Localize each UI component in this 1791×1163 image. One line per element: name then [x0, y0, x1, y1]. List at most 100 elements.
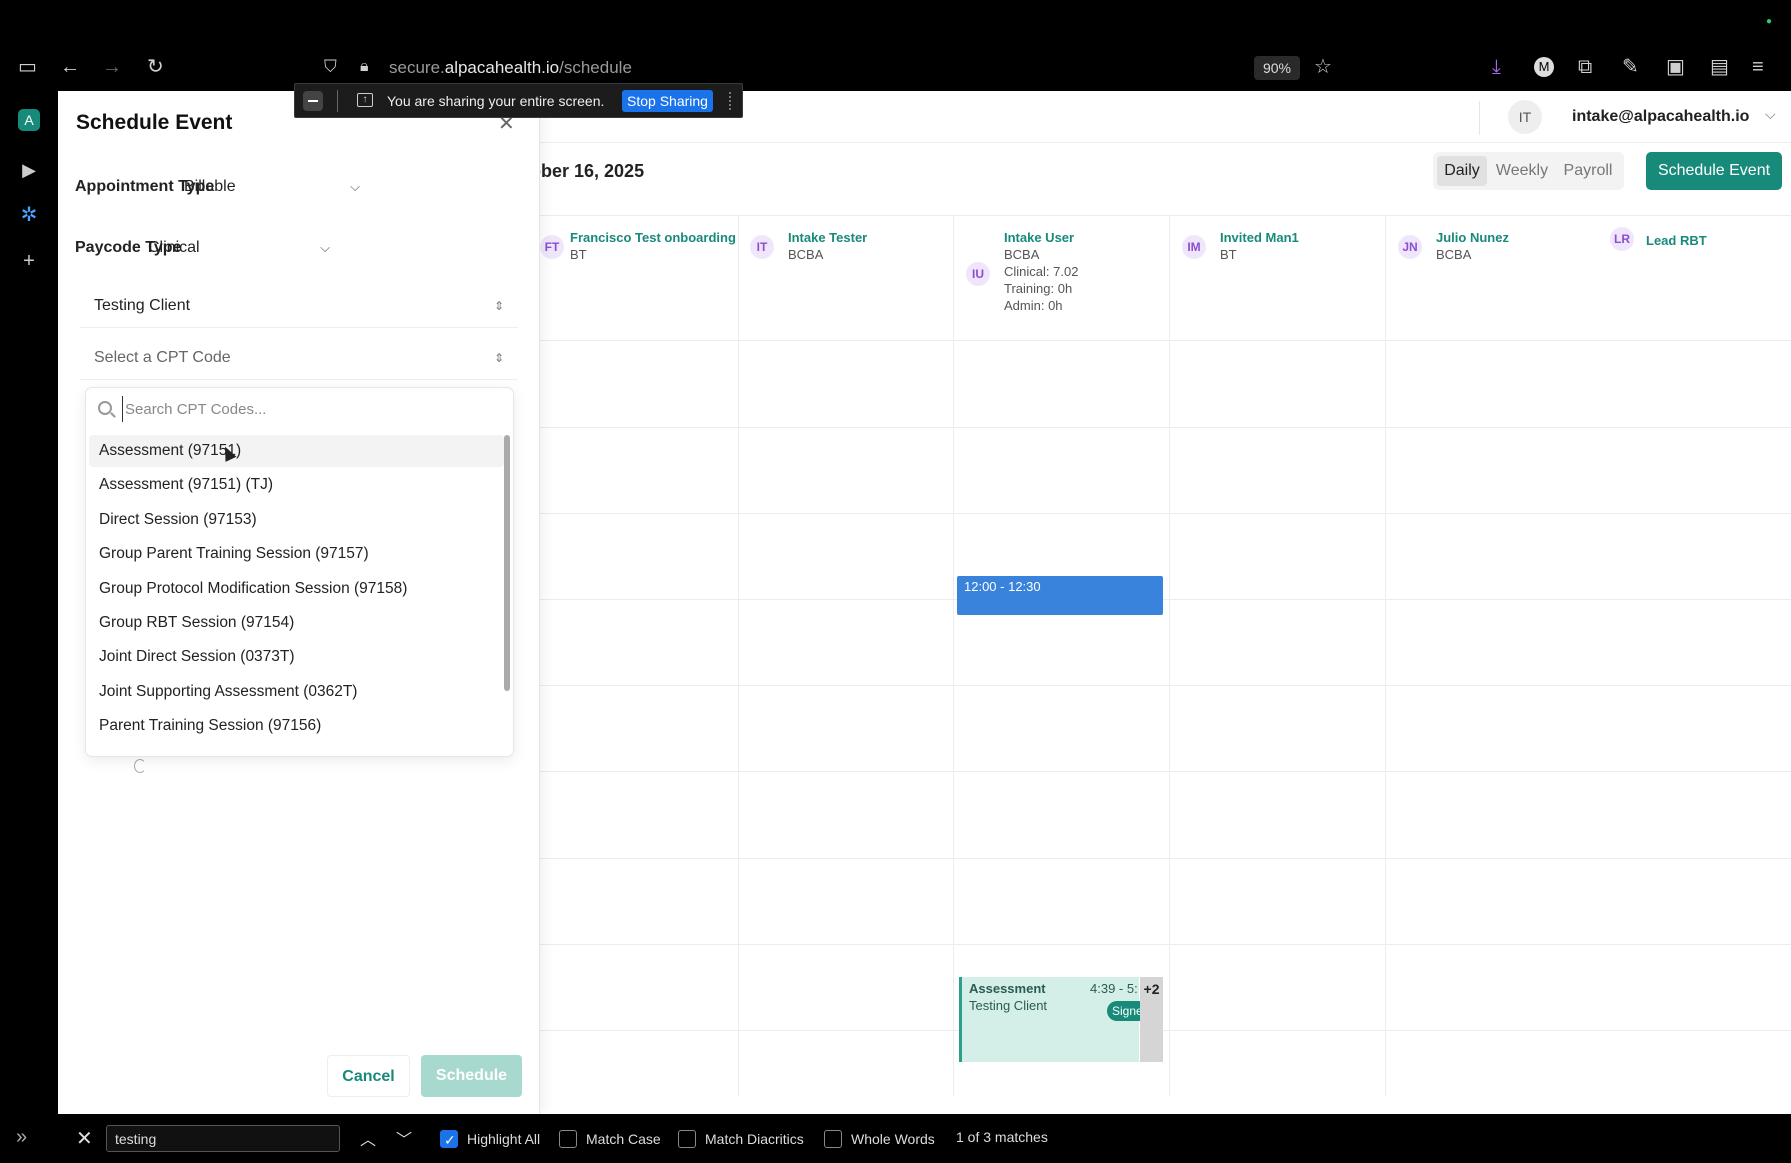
grid-row-line	[540, 944, 1791, 945]
avatar: FT	[540, 235, 564, 259]
search-input[interactable]	[122, 396, 492, 422]
staff-column-header[interactable]: FT Francisco Test onboarding BT	[540, 227, 738, 327]
cancel-button[interactable]: Cancel	[327, 1055, 410, 1097]
staff-column-header[interactable]: LR Lead RBT	[1610, 227, 1780, 327]
staff-role: BCBA	[788, 247, 824, 262]
download-icon[interactable]: ⤓	[1492, 57, 1501, 77]
paycode-type-select[interactable]: Clinical ⌵	[136, 227, 342, 269]
extension-icon[interactable]: ✎	[1622, 57, 1639, 77]
chevron-down-icon[interactable]: ﹀	[396, 1126, 412, 1150]
schedule-button[interactable]: Schedule	[421, 1055, 522, 1097]
user-email[interactable]: intake@alpacahealth.io	[1572, 108, 1749, 126]
list-item[interactable]: Assessment (97151) (TJ)	[89, 469, 504, 501]
settings-tab-icon[interactable]: ✲	[18, 204, 40, 226]
grid-column-line	[953, 215, 954, 1096]
staff-name[interactable]: Intake User	[1004, 230, 1074, 245]
stop-sharing-button[interactable]: Stop Sharing	[622, 90, 713, 112]
cpt-code-select[interactable]: Select a CPT Code ⇕	[80, 336, 518, 380]
tab-daily[interactable]: Daily	[1437, 156, 1487, 186]
container-icon[interactable]: ▣	[1666, 57, 1685, 77]
appointment-type-value: Billable	[184, 178, 236, 195]
reload-icon[interactable]: ↻	[147, 57, 164, 77]
event-title: Assessment	[969, 981, 1046, 996]
staff-clinical-hours: Clinical: 7.02	[1004, 264, 1079, 279]
zoom-level[interactable]: 90%	[1254, 56, 1300, 80]
whole-words-checkbox[interactable]: Whole Words	[824, 1129, 935, 1149]
checkbox[interactable]	[559, 1130, 577, 1148]
screen-sharing-bar: ↑ You are sharing your entire screen. St…	[294, 83, 743, 118]
alpaca-tab-icon[interactable]: A	[18, 109, 40, 131]
list-item[interactable]: Group Protocol Modification Session (971…	[89, 573, 504, 605]
staff-column-header[interactable]: IT Intake Tester BCBA	[750, 227, 940, 327]
scrollbar[interactable]	[504, 435, 510, 691]
appointment-type-select[interactable]: Billable ⌵	[172, 166, 372, 208]
chevron-down-icon[interactable]: ⌵	[1765, 106, 1776, 123]
grid-column-line	[1169, 215, 1170, 1096]
back-icon[interactable]: ←	[60, 57, 80, 77]
grid-row-line	[540, 1030, 1791, 1031]
calendar-event[interactable]: Assessment 4:39 - 5: Testing Client Sign…	[959, 977, 1142, 1062]
checkbox[interactable]	[824, 1130, 842, 1148]
close-icon[interactable]: ✕	[76, 1126, 93, 1151]
lock-icon[interactable]: 🔒︎	[360, 57, 369, 77]
staff-training-hours: Training: 0h	[1004, 281, 1073, 296]
star-icon[interactable]: ☆	[1314, 57, 1332, 77]
more-events-button[interactable]: +2	[1140, 977, 1163, 1062]
grid-row-line	[540, 340, 1791, 341]
checkbox-checked[interactable]	[440, 1130, 458, 1150]
staff-column-header[interactable]: IM Invited Man1 BT	[1182, 227, 1372, 327]
list-item[interactable]: Group Parent Training Session (97157)	[89, 538, 504, 570]
find-input[interactable]	[106, 1125, 340, 1152]
list-item[interactable]: Group RBT Session (97154)	[89, 607, 504, 639]
shield-icon[interactable]: ⛉	[324, 57, 337, 77]
sidebar-panel-icon[interactable]: ▤	[1710, 57, 1729, 77]
grid-row-line	[540, 513, 1791, 514]
schedule-event-button[interactable]: Schedule Event	[1646, 152, 1782, 190]
match-diacritics-checkbox[interactable]: Match Diacritics	[678, 1129, 808, 1149]
grid-column-line	[738, 215, 739, 1096]
sidebar-toggle-icon[interactable]: ▭	[18, 57, 37, 77]
chevron-updown-icon: ⇕	[493, 299, 504, 313]
list-item[interactable]: Parent Training Session (97156)	[89, 710, 504, 742]
staff-name[interactable]: Invited Man1	[1220, 230, 1299, 245]
address-bar[interactable]: secure.alpacahealth.io/schedule	[389, 58, 632, 78]
add-tab-icon[interactable]: +	[18, 250, 40, 272]
tab-payroll[interactable]: Payroll	[1557, 156, 1619, 186]
staff-name[interactable]: Intake Tester	[788, 230, 867, 245]
header-divider	[1479, 101, 1480, 135]
staff-name[interactable]: Francisco Test onboarding	[570, 230, 736, 245]
account-m-icon[interactable]: M	[1534, 57, 1554, 77]
event-time: 4:39 - 5:	[1090, 981, 1138, 996]
tab-weekly[interactable]: Weekly	[1491, 156, 1553, 186]
match-case-checkbox[interactable]: Match Case	[559, 1129, 661, 1149]
checkbox-label: Match Case	[586, 1131, 661, 1147]
media-tab-icon[interactable]: ▶	[18, 159, 40, 181]
staff-column-header[interactable]: JN Julio Nunez BCBA	[1398, 227, 1568, 327]
staff-name[interactable]: Lead RBT	[1646, 233, 1707, 248]
forward-icon[interactable]: →	[102, 57, 122, 77]
extensions-icon[interactable]: ⧉	[1578, 57, 1592, 77]
event-client: Testing Client	[969, 998, 1048, 1013]
list-item[interactable]: Joint Supporting Assessment (0362T)	[89, 676, 504, 708]
staff-column-header[interactable]: IU Intake User BCBA Clinical: 7.02 Train…	[966, 227, 1156, 327]
avatar: LR	[1610, 227, 1634, 251]
highlight-all-checkbox[interactable]: Highlight All	[440, 1129, 540, 1150]
list-item[interactable]: Assessment (97151)	[89, 435, 504, 467]
chevron-up-icon[interactable]: ︿	[360, 1126, 376, 1150]
avatar[interactable]: IT	[1508, 100, 1542, 134]
expand-sidebar-icon[interactable]: »	[16, 1126, 27, 1149]
drag-handle[interactable]	[729, 92, 732, 110]
staff-name[interactable]: Julio Nunez	[1436, 230, 1509, 245]
browser-sidebar: A ▶ ✲ +	[0, 91, 58, 1114]
avatar: IT	[750, 235, 774, 259]
minimize-icon[interactable]	[303, 91, 323, 111]
list-item[interactable]: Direct Session (97153)	[89, 504, 504, 536]
client-select[interactable]: Testing Client ⇕	[80, 284, 518, 328]
menu-icon[interactable]: ≡	[1752, 57, 1764, 77]
list-item[interactable]: Joint Direct Session (0373T)	[89, 641, 504, 673]
checkbox[interactable]	[678, 1130, 696, 1148]
chevron-down-icon: ⌵	[350, 179, 360, 194]
url-domain: alpacahealth.io	[444, 58, 560, 77]
cpt-code-placeholder: Select a CPT Code	[94, 349, 231, 366]
calendar-event[interactable]: 12:00 - 12:30	[957, 576, 1163, 615]
